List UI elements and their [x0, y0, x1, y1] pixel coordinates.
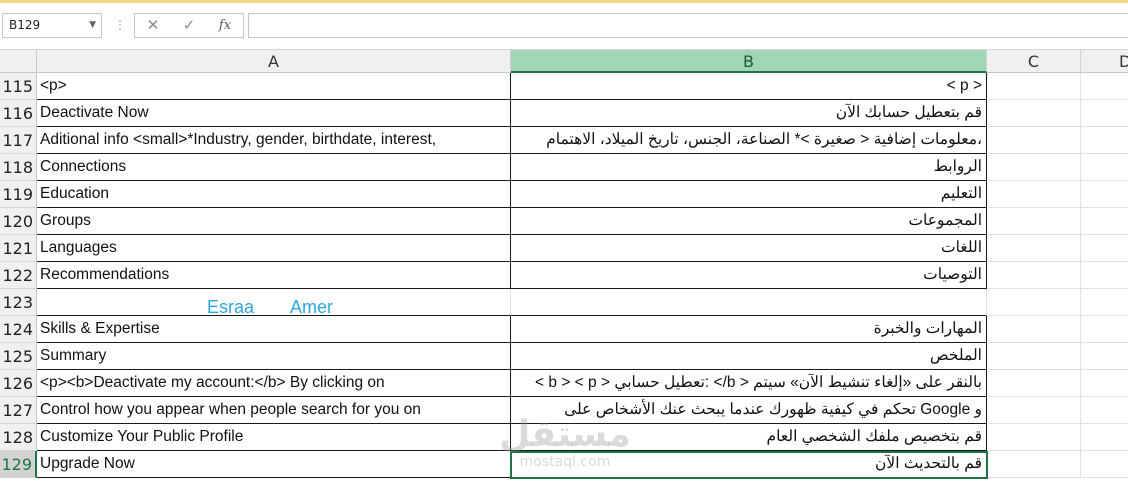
cell-a[interactable]: Aditional info <small>*Industry, gender,… [37, 127, 511, 154]
row-header[interactable]: 127 [0, 397, 37, 424]
cell-b[interactable]: ،معلومات إضافية < صغيرة >* الصناعة، الجن… [511, 127, 987, 154]
enter-icon[interactable]: ✓ [171, 14, 207, 37]
overlay-text-second: Amer [290, 297, 334, 317]
cell-a[interactable]: Languages [37, 235, 511, 262]
column-header-a[interactable]: A [37, 50, 511, 73]
cell-b[interactable]: المهارات والخبرة [511, 316, 987, 343]
cell-b[interactable]: التوصيات [511, 262, 987, 289]
cell-c[interactable] [988, 208, 1081, 235]
cell-d[interactable] [1081, 316, 1128, 343]
cell-c[interactable] [988, 235, 1081, 262]
cell-b[interactable]: قم بتعطيل حسابك الآن [511, 100, 987, 127]
row-header[interactable]: 116 [0, 100, 37, 127]
cell-c[interactable] [988, 424, 1081, 451]
cell-d[interactable] [1081, 208, 1128, 235]
select-all-corner[interactable] [0, 50, 37, 73]
cell-a[interactable] [37, 289, 511, 316]
cell-b[interactable]: قم بالتحديث الآن [511, 451, 987, 478]
row-header[interactable]: 124 [0, 316, 37, 343]
cell-d[interactable] [1081, 397, 1128, 424]
column-header-d[interactable]: D [1081, 50, 1128, 73]
row-header[interactable]: 126 [0, 370, 37, 397]
cell-d[interactable] [1081, 100, 1128, 127]
cell-c[interactable] [988, 343, 1081, 370]
cell-a[interactable]: Customize Your Public Profile [37, 424, 511, 451]
cell-c[interactable] [988, 451, 1081, 478]
cell-d[interactable] [1081, 289, 1128, 316]
column-header-b[interactable]: B [511, 50, 987, 73]
cell-a[interactable]: Recommendations [37, 262, 511, 289]
row-header[interactable]: 120 [0, 208, 37, 235]
cell-b[interactable]: التعليم [511, 181, 987, 208]
cell-c[interactable] [988, 181, 1081, 208]
row-header[interactable]: 128 [0, 424, 37, 451]
cell-c[interactable] [988, 100, 1081, 127]
row-header[interactable]: 122 [0, 262, 37, 289]
row-header[interactable]: 118 [0, 154, 37, 181]
cell-c[interactable] [988, 397, 1081, 424]
cell-b[interactable]: < p > [511, 73, 987, 100]
cell-b[interactable]: اللغات [511, 235, 987, 262]
cell-a[interactable]: Upgrade Now [37, 451, 511, 478]
cell-d[interactable] [1081, 235, 1128, 262]
cell-b[interactable]: و Google تحكم في كيفية ظهورك عندما يبحث … [511, 397, 987, 424]
cell-b[interactable]: المجموعات [511, 208, 987, 235]
cell-d[interactable] [1081, 451, 1128, 478]
cell-a[interactable]: Control how you appear when people searc… [37, 397, 511, 424]
cell-d[interactable] [1081, 370, 1128, 397]
cell-c[interactable] [988, 73, 1081, 100]
formula-input[interactable] [248, 13, 1128, 38]
cell-c[interactable] [988, 262, 1081, 289]
row-header[interactable]: 115 [0, 73, 37, 100]
row-header[interactable]: 129 [0, 451, 37, 478]
chevron-down-icon[interactable]: ▼ [89, 14, 96, 37]
cell-c[interactable] [988, 370, 1081, 397]
row-header[interactable]: 117 [0, 127, 37, 154]
cell-b[interactable]: الروابط [511, 154, 987, 181]
cell-d[interactable] [1081, 127, 1128, 154]
cell-d[interactable] [1081, 181, 1128, 208]
row-header[interactable]: 121 [0, 235, 37, 262]
row-header[interactable]: 125 [0, 343, 37, 370]
cell-a[interactable]: Skills & Expertise [37, 316, 511, 343]
cell-a[interactable]: <p><b>Deactivate my account:</b> By clic… [37, 370, 511, 397]
name-box-value: B129 [9, 18, 41, 32]
cell-b[interactable]: الملخص [511, 343, 987, 370]
cell-a[interactable]: Summary [37, 343, 511, 370]
cell-a[interactable]: Groups [37, 208, 511, 235]
cell-d[interactable] [1081, 343, 1128, 370]
column-header-c[interactable]: C [987, 50, 1081, 73]
overlay-text-first: Esraa [207, 297, 255, 317]
row-header[interactable]: 123 [0, 289, 37, 316]
cell-b[interactable]: قم بتخصيص ملفك الشخصي العام [511, 424, 987, 451]
cell-b[interactable]: بالنقر على «إلغاء تنشيط الآن» سيتم < b/>… [511, 370, 987, 397]
cancel-icon[interactable]: ✕ [135, 14, 171, 37]
cell-a[interactable]: Education [37, 181, 511, 208]
cell-c[interactable] [988, 316, 1081, 343]
insert-function-icon[interactable]: fx [207, 14, 243, 37]
cell-a[interactable]: Connections [37, 154, 511, 181]
cell-c[interactable] [988, 289, 1081, 316]
formula-bar: B129 ▼ ⋮ ✕ ✓ fx [0, 3, 1128, 50]
cell-a[interactable]: Deactivate Now [37, 100, 511, 127]
cell-c[interactable] [988, 127, 1081, 154]
row-header[interactable]: 119 [0, 181, 37, 208]
drag-handle-icon[interactable]: ⋮ [114, 14, 126, 36]
cell-c[interactable] [988, 154, 1081, 181]
formula-buttons: ✕ ✓ fx [134, 13, 244, 38]
cell-d[interactable] [1081, 73, 1128, 100]
cell-d[interactable] [1081, 154, 1128, 181]
cell-d[interactable] [1081, 262, 1128, 289]
cell-a[interactable]: <p> [37, 73, 511, 100]
name-box[interactable]: B129 ▼ [2, 13, 102, 38]
cell-d[interactable] [1081, 424, 1128, 451]
cell-b[interactable] [511, 289, 987, 316]
